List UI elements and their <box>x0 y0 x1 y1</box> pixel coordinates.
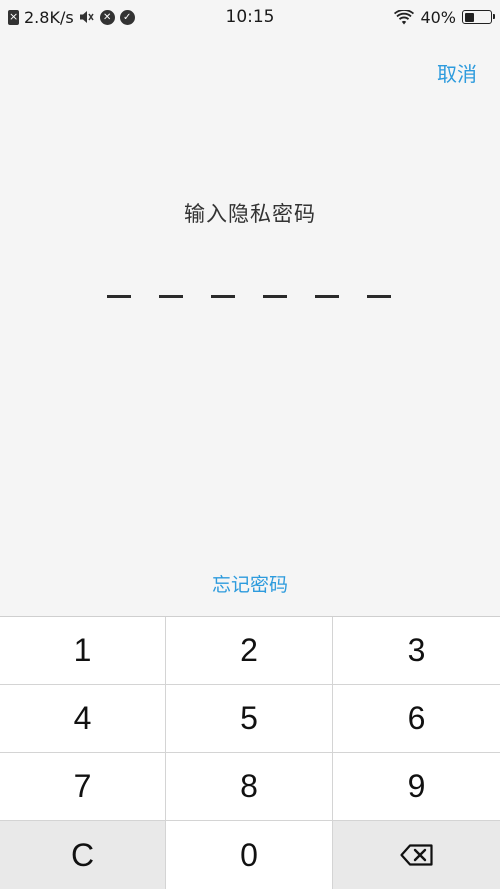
wifi-icon <box>394 9 415 24</box>
pin-slot <box>107 295 131 298</box>
key-0[interactable]: 0 <box>166 821 333 889</box>
key-3[interactable]: 3 <box>333 617 500 685</box>
privacy-password-screen: 2.8K/s ✕ ✓ 10:15 40% 取消 输入隐私密码 忘记密码 <box>0 0 500 889</box>
status-right: 40% <box>394 7 495 27</box>
numeric-keypad: 1 2 3 4 5 6 7 8 9 C 0 <box>0 616 500 889</box>
clear-key[interactable]: C <box>0 821 166 889</box>
key-7[interactable]: 7 <box>0 753 166 821</box>
battery-percent: 40% <box>420 7 456 27</box>
backspace-key[interactable] <box>333 821 500 889</box>
backspace-icon <box>399 844 433 866</box>
pin-input <box>107 295 391 298</box>
pin-slot <box>263 295 287 298</box>
cancel-button[interactable]: 取消 <box>437 58 477 87</box>
key-1[interactable]: 1 <box>0 617 166 685</box>
page-title: 输入隐私密码 <box>184 202 316 226</box>
pin-slot <box>211 295 235 298</box>
key-4[interactable]: 4 <box>0 685 166 753</box>
key-9[interactable]: 9 <box>333 753 500 821</box>
status-bar: 2.8K/s ✕ ✓ 10:15 40% <box>0 0 500 34</box>
battery-icon <box>462 10 495 24</box>
battery-fill <box>464 12 475 22</box>
key-6[interactable]: 6 <box>333 685 500 753</box>
key-5[interactable]: 5 <box>166 685 333 753</box>
key-8[interactable]: 8 <box>166 753 333 821</box>
pin-slot <box>159 295 183 298</box>
forgot-password-link[interactable]: 忘记密码 <box>0 570 500 597</box>
pin-slot <box>315 295 339 298</box>
key-2[interactable]: 2 <box>166 617 333 685</box>
pin-slot <box>367 295 391 298</box>
